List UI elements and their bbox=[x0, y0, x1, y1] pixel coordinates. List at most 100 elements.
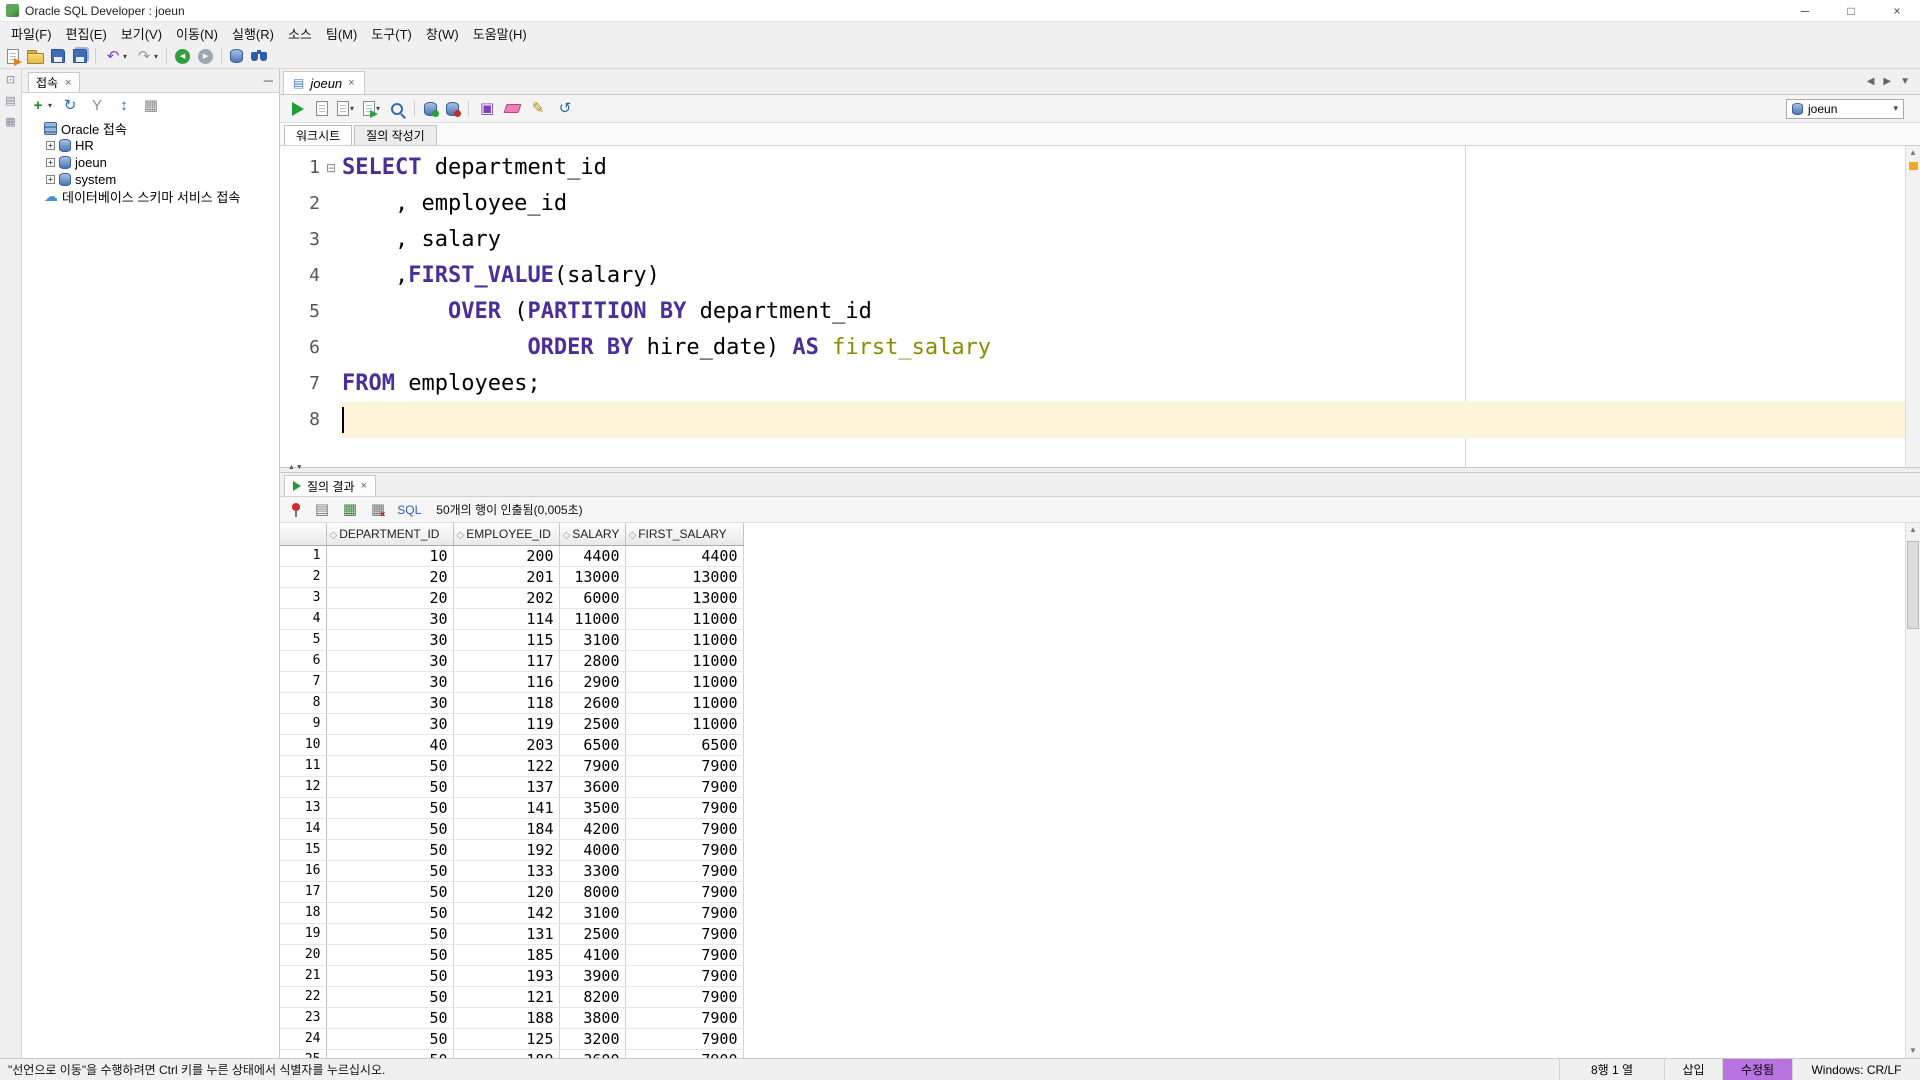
tab-nav-button-1[interactable]: ▶ bbox=[1883, 76, 1891, 87]
grid-cell[interactable]: 20 bbox=[326, 587, 453, 608]
menu-item-7[interactable]: 도구(T) bbox=[364, 22, 419, 45]
column-header-employee_id[interactable]: ◇EMPLOYEE_ID bbox=[453, 523, 559, 545]
row-number-cell[interactable]: 17 bbox=[280, 881, 326, 902]
grid-cell[interactable]: 202 bbox=[453, 587, 559, 608]
code-line-7[interactable]: 7FROM employees; bbox=[280, 366, 1920, 402]
grid-cell[interactable]: 119 bbox=[453, 713, 559, 734]
refresh-grid-icon[interactable]: ▦ bbox=[338, 499, 362, 521]
grid-cell[interactable]: 7900 bbox=[625, 860, 743, 881]
grid-cell[interactable]: 40 bbox=[326, 734, 453, 755]
back-icon[interactable]: ◀ bbox=[172, 45, 193, 67]
grid-cell[interactable]: 117 bbox=[453, 650, 559, 671]
grid-cell[interactable]: 3300 bbox=[559, 860, 625, 881]
grid-cell[interactable]: 4200 bbox=[559, 818, 625, 839]
cascade-windows-icon[interactable]: ▦ bbox=[139, 94, 163, 116]
grid-cell[interactable]: 122 bbox=[453, 755, 559, 776]
code-line-4[interactable]: 4 ,FIRST_VALUE(salary) bbox=[280, 258, 1920, 294]
grid-cell[interactable]: 50 bbox=[326, 839, 453, 860]
grid-cell[interactable]: 11000 bbox=[625, 671, 743, 692]
tree-item-oracle-접속[interactable]: Oracle 접속 bbox=[22, 120, 279, 137]
code-line-8[interactable]: 8 bbox=[280, 402, 1920, 438]
column-header-department_id[interactable]: ◇DEPARTMENT_ID bbox=[326, 523, 453, 545]
code-line-3[interactable]: 3 , salary bbox=[280, 222, 1920, 258]
close-tab-icon[interactable]: × bbox=[348, 77, 354, 89]
grid-cell[interactable]: 7900 bbox=[625, 902, 743, 923]
tab-query-result[interactable]: 질의 결과 × bbox=[284, 475, 376, 496]
run-script-icon[interactable] bbox=[313, 98, 331, 120]
grid-cell[interactable]: 10 bbox=[326, 545, 453, 566]
column-header-salary[interactable]: ◇SALARY bbox=[559, 523, 625, 545]
grid-cell[interactable]: 7900 bbox=[625, 965, 743, 986]
row-number-cell[interactable]: 16 bbox=[280, 860, 326, 881]
grid-cell[interactable]: 30 bbox=[326, 671, 453, 692]
scroll-up-icon[interactable]: ▲ bbox=[1906, 146, 1920, 160]
grid-cell[interactable]: 50 bbox=[326, 818, 453, 839]
row-number-cell[interactable]: 3 bbox=[280, 587, 326, 608]
grid-cell[interactable]: 7900 bbox=[625, 839, 743, 860]
expand-icon[interactable]: + bbox=[46, 158, 55, 167]
grid-cell[interactable]: 193 bbox=[453, 965, 559, 986]
grid-cell[interactable]: 2500 bbox=[559, 923, 625, 944]
grid-cell[interactable]: 4100 bbox=[559, 944, 625, 965]
grid-cell[interactable]: 192 bbox=[453, 839, 559, 860]
grid-cell[interactable]: 50 bbox=[326, 1049, 453, 1058]
grid-cell[interactable]: 3600 bbox=[559, 776, 625, 797]
scroll-down-icon[interactable]: ▼ bbox=[1906, 1044, 1920, 1058]
grid-cell[interactable]: 50 bbox=[326, 860, 453, 881]
sql-button[interactable]: SQL bbox=[392, 503, 426, 517]
grid-cell[interactable]: 50 bbox=[326, 965, 453, 986]
save-all-icon[interactable] bbox=[70, 45, 90, 67]
scroll-up-icon[interactable]: ▲ bbox=[1906, 523, 1920, 537]
grid-cell[interactable]: 11000 bbox=[625, 608, 743, 629]
grid-cell[interactable]: 142 bbox=[453, 902, 559, 923]
grid-cell[interactable]: 50 bbox=[326, 797, 453, 818]
redo-icon[interactable]: ↷▾ bbox=[132, 45, 161, 67]
grid-cell[interactable]: 3800 bbox=[559, 1007, 625, 1028]
row-number-cell[interactable]: 12 bbox=[280, 776, 326, 797]
grid-cell[interactable]: 11000 bbox=[625, 650, 743, 671]
pin-results-icon[interactable] bbox=[286, 499, 306, 521]
grid-cell[interactable]: 7900 bbox=[625, 923, 743, 944]
case-toggle-icon[interactable]: ✎ bbox=[526, 98, 550, 120]
grid-cell[interactable]: 3200 bbox=[559, 1028, 625, 1049]
clear-icon[interactable] bbox=[502, 98, 523, 120]
grid-cell[interactable]: 7900 bbox=[559, 755, 625, 776]
grid-cell[interactable]: 50 bbox=[326, 1007, 453, 1028]
grid-cell[interactable]: 188 bbox=[453, 1007, 559, 1028]
grid-cell[interactable]: 50 bbox=[326, 776, 453, 797]
splitter-grip-icon[interactable]: ▲▼ bbox=[288, 464, 304, 471]
grid-cell[interactable]: 120 bbox=[453, 881, 559, 902]
grid-cell[interactable]: 7900 bbox=[625, 1028, 743, 1049]
row-number-cell[interactable]: 15 bbox=[280, 839, 326, 860]
grid-cell[interactable]: 30 bbox=[326, 629, 453, 650]
subtab-query-builder[interactable]: 질의 작성기 bbox=[354, 125, 437, 145]
grid-cell[interactable]: 131 bbox=[453, 923, 559, 944]
tab-connections[interactable]: 접속 × bbox=[28, 72, 80, 92]
grid-cell[interactable]: 4400 bbox=[625, 545, 743, 566]
rollback-icon[interactable] bbox=[443, 98, 462, 120]
save-icon[interactable] bbox=[48, 45, 68, 67]
tree-item-데이터베이스-스키마-서비스-접속[interactable]: ☁데이터베이스 스키마 서비스 접속 bbox=[22, 188, 279, 205]
grid-cell[interactable]: 2800 bbox=[559, 650, 625, 671]
grid-cell[interactable]: 8000 bbox=[559, 881, 625, 902]
connection-selector[interactable]: joeun ▾ bbox=[1786, 99, 1904, 119]
grid-cell[interactable]: 50 bbox=[326, 755, 453, 776]
grid-cell[interactable]: 3100 bbox=[559, 902, 625, 923]
column-header-first_salary[interactable]: ◇FIRST_SALARY bbox=[625, 523, 743, 545]
grid-cell[interactable]: 11000 bbox=[625, 713, 743, 734]
grid-cell[interactable]: 184 bbox=[453, 818, 559, 839]
grid-cell[interactable]: 133 bbox=[453, 860, 559, 881]
autotrace-icon[interactable]: ▾ bbox=[334, 98, 357, 120]
forward-icon[interactable]: ▶ bbox=[195, 45, 216, 67]
tree-item-system[interactable]: +system bbox=[22, 171, 279, 188]
tab-nav-button-2[interactable]: ▼ bbox=[1900, 76, 1910, 87]
grid-cell[interactable]: 50 bbox=[326, 902, 453, 923]
grid-cell[interactable]: 11000 bbox=[625, 629, 743, 650]
grid-cell[interactable]: 7900 bbox=[625, 986, 743, 1007]
expand-icon[interactable]: + bbox=[46, 141, 55, 150]
grid-cell[interactable]: 2500 bbox=[559, 713, 625, 734]
grid-cell[interactable]: 30 bbox=[326, 713, 453, 734]
row-number-cell[interactable]: 4 bbox=[280, 608, 326, 629]
results-scrollbar[interactable]: ▲ ▼ bbox=[1905, 523, 1920, 1058]
new-file-icon[interactable] bbox=[4, 45, 22, 67]
